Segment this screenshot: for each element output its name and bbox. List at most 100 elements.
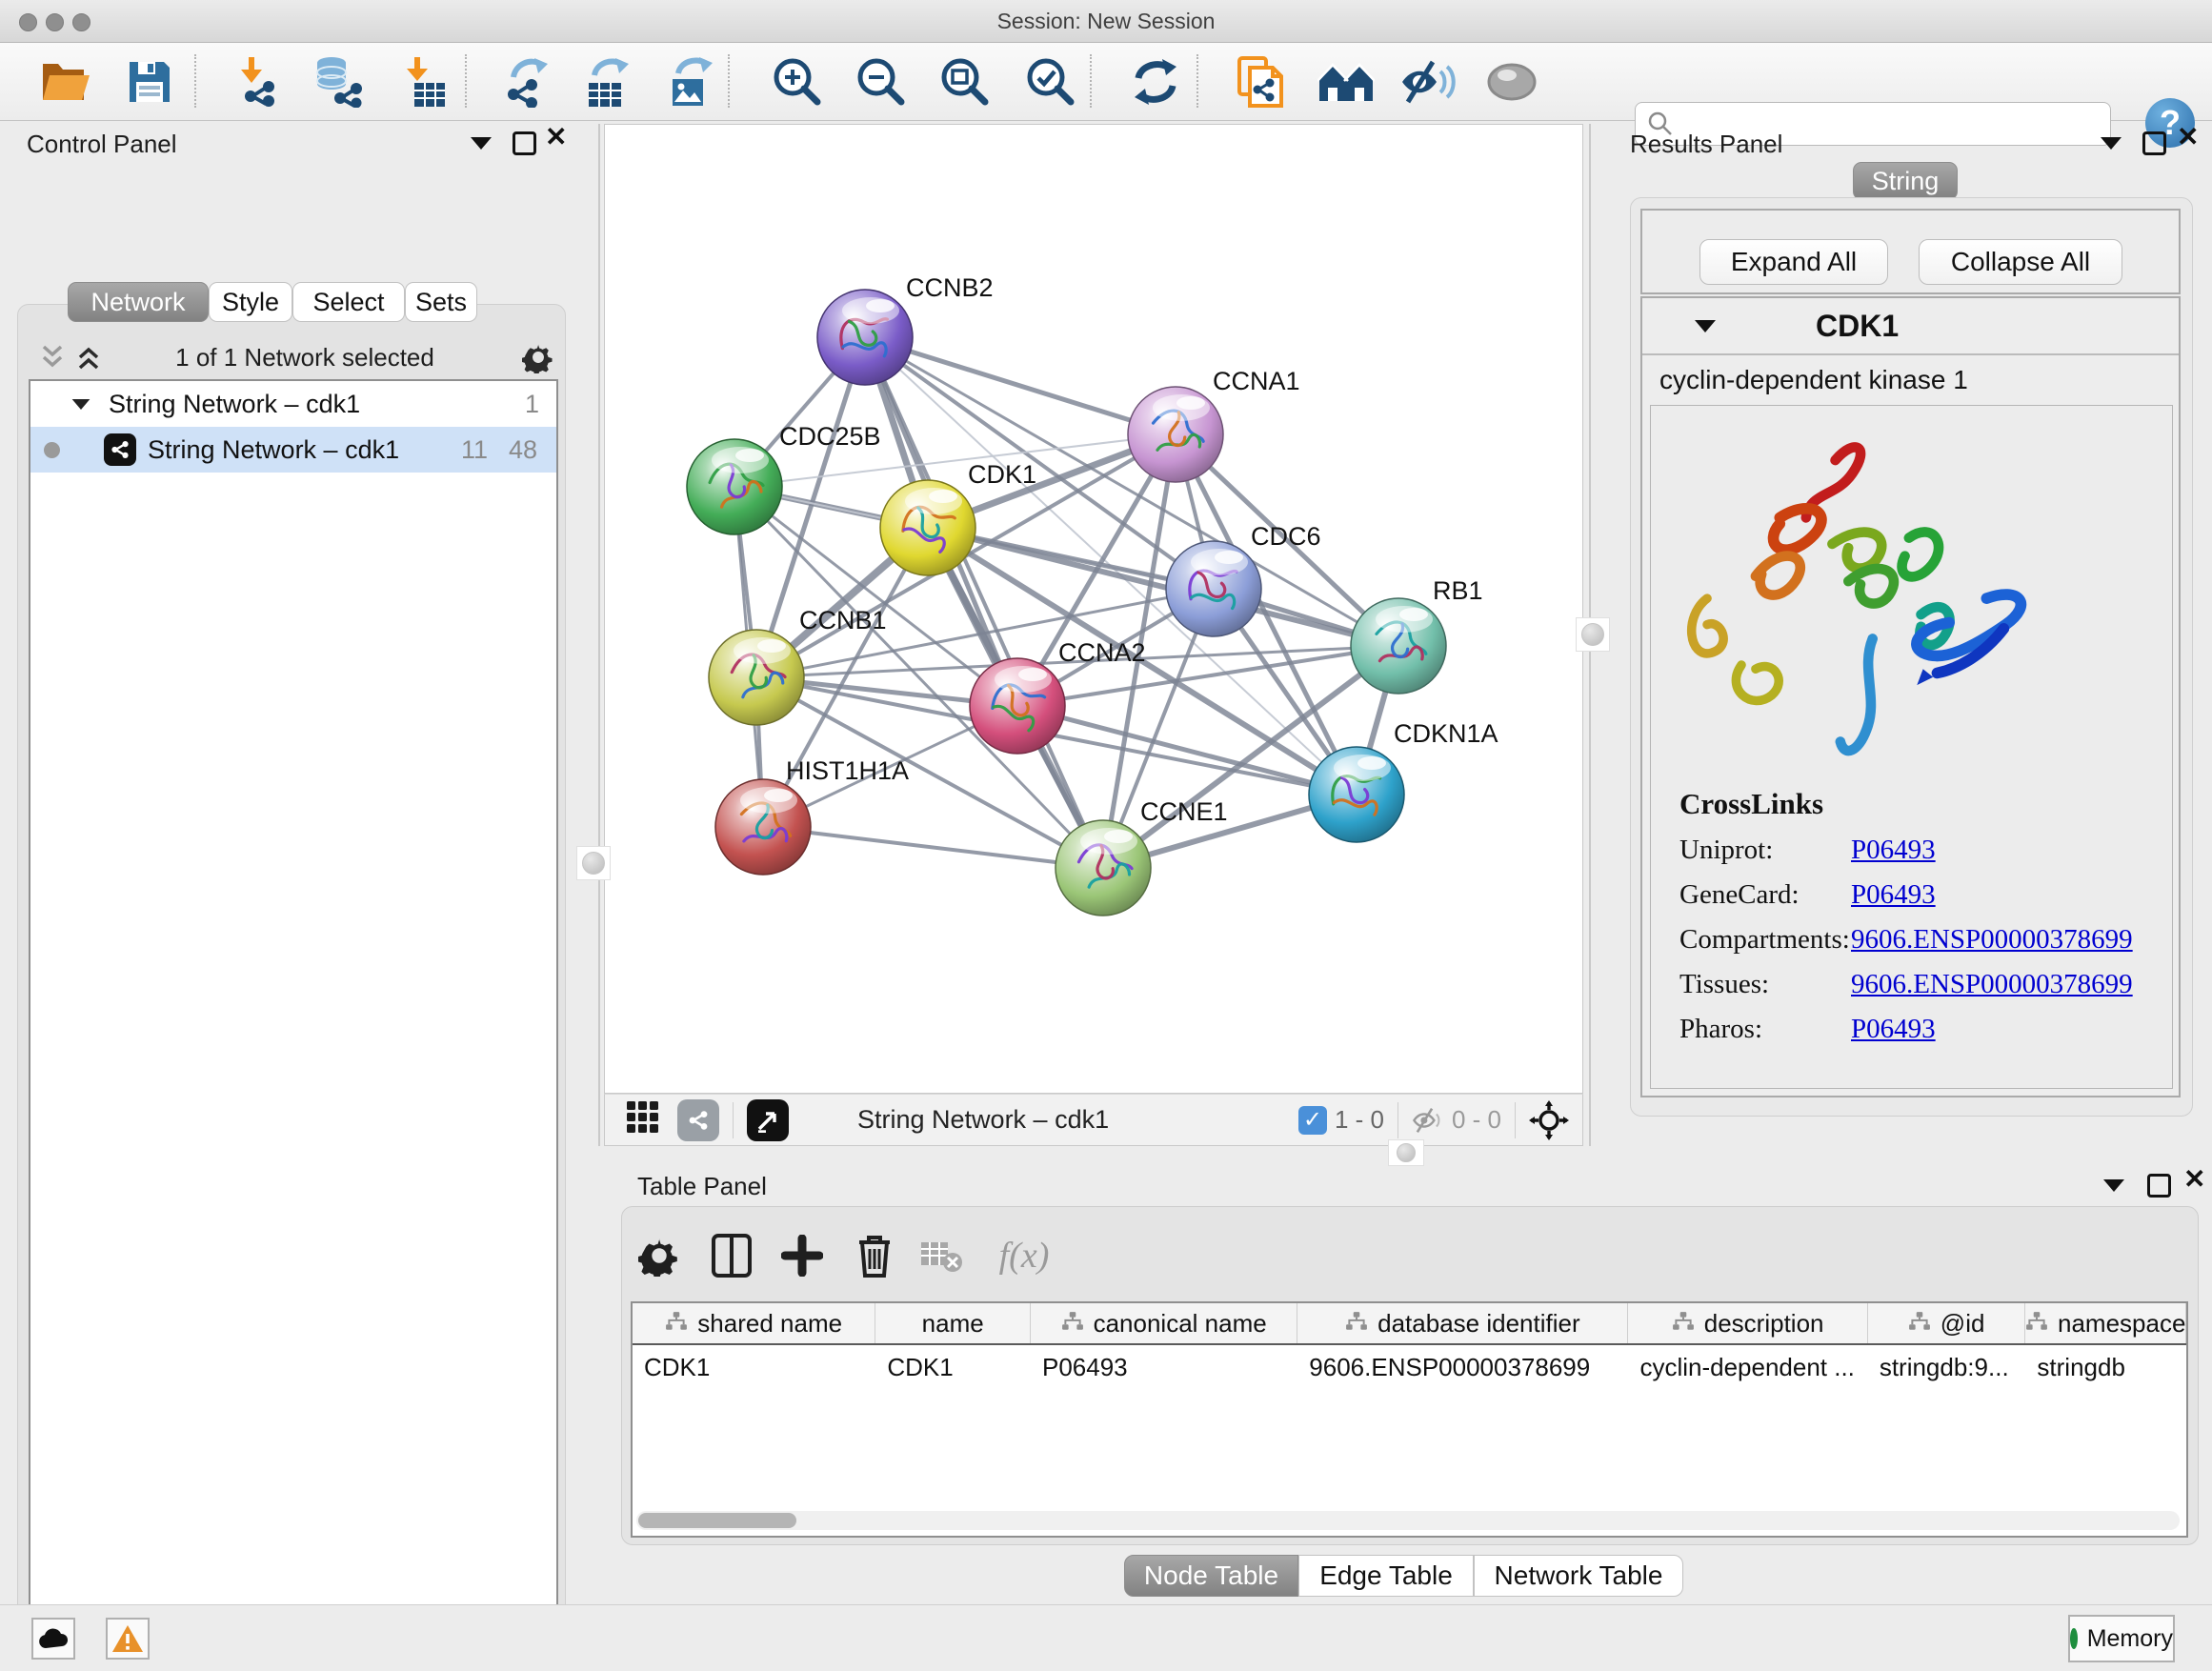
export-network-button[interactable]: [497, 52, 556, 111]
fit-content-crosshair-button[interactable]: [1529, 1100, 1569, 1140]
table-cell[interactable]: CDK1: [875, 1345, 1031, 1389]
tab-node-table[interactable]: Node Table: [1124, 1555, 1298, 1597]
birds-eye-view-button[interactable]: [747, 1099, 789, 1141]
edge-CCNB2-CCNA1[interactable]: [865, 337, 1176, 434]
network-canvas[interactable]: CCNB2CCNA1CDC25BCDK1CDC6RB1CCNB1CCNA2CDK…: [604, 124, 1583, 1094]
import-database-button[interactable]: [309, 52, 368, 111]
hidden-eye-slash-icon[interactable]: [1412, 1107, 1444, 1134]
node-HIST1H1A[interactable]: [715, 779, 811, 875]
table-cell[interactable]: 9606.ENSP00000378699: [1297, 1345, 1628, 1389]
show-selected-button[interactable]: [1482, 52, 1541, 111]
node-CCNB2[interactable]: [817, 290, 913, 385]
table-cell[interactable]: stringdb: [2025, 1345, 2186, 1389]
edge-CDK1-RB1[interactable]: [928, 528, 1398, 646]
zoom-fit-button[interactable]: [935, 52, 995, 111]
table-cell[interactable]: cyclin-dependent ...: [1628, 1345, 1867, 1389]
crosslink-link[interactable]: 9606.ENSP00000378699: [1851, 924, 2133, 956]
tab-style[interactable]: Style: [209, 282, 292, 322]
delete-table-button[interactable]: [916, 1231, 966, 1280]
zoom-out-button[interactable]: [852, 52, 911, 111]
clone-network-button[interactable]: [1231, 52, 1290, 111]
tab-select[interactable]: Select: [292, 282, 405, 322]
node-CDC6[interactable]: [1166, 541, 1261, 636]
column-header--id[interactable]: @id: [1868, 1303, 2026, 1343]
edge-CCNB2-CCNE1[interactable]: [865, 337, 1103, 868]
left-splitter-handle[interactable]: [576, 846, 611, 880]
network-collection-row[interactable]: String Network – cdk1 1: [30, 381, 556, 427]
crosslink-link[interactable]: P06493: [1851, 835, 1936, 866]
export-image-button[interactable]: [661, 52, 720, 111]
node-CCNE1[interactable]: [1056, 820, 1151, 916]
network-overview-button[interactable]: [1317, 52, 1376, 111]
open-session-button[interactable]: [36, 52, 95, 111]
tab-edge-table[interactable]: Edge Table: [1298, 1555, 1474, 1597]
selected-nodes-checkbox[interactable]: ✓: [1298, 1106, 1327, 1135]
edge-HIST1H1A-CCNE1[interactable]: [763, 827, 1103, 868]
save-session-button[interactable]: [120, 52, 179, 111]
tab-network[interactable]: Network: [68, 282, 209, 322]
node-CDKN1A[interactable]: [1309, 747, 1404, 842]
cloud-services-button[interactable]: [31, 1618, 75, 1660]
node-CCNA1[interactable]: [1128, 387, 1223, 482]
table-horizontal-scrollbar[interactable]: [636, 1511, 2180, 1530]
node-table-row[interactable]: CDK1CDK1P064939606.ENSP00000378699cyclin…: [633, 1345, 2186, 1389]
column-header-name[interactable]: name: [875, 1303, 1031, 1343]
table-cell[interactable]: CDK1: [633, 1345, 875, 1389]
results-panel-close-button[interactable]: ✕: [2177, 128, 2199, 151]
node-table[interactable]: shared namenamecanonical namedatabase id…: [631, 1301, 2188, 1538]
control-panel-menu-arrow[interactable]: [471, 137, 492, 150]
collection-expand-arrow[interactable]: [70, 398, 91, 411]
results-panel-float-button[interactable]: [2142, 131, 2166, 155]
left-splitter[interactable]: [598, 124, 600, 1146]
export-table-button[interactable]: [577, 52, 636, 111]
memory-button[interactable]: Memory: [2068, 1615, 2175, 1662]
function-builder-button[interactable]: f(x): [981, 1231, 1067, 1280]
scrollbar-thumb[interactable]: [638, 1513, 796, 1528]
crosslink-link[interactable]: P06493: [1851, 879, 1936, 911]
bottom-splitter-handle[interactable]: [1388, 1139, 1424, 1166]
table-panel-float-button[interactable]: [2147, 1174, 2171, 1198]
node-RB1[interactable]: [1351, 598, 1446, 694]
column-header-description[interactable]: description: [1628, 1303, 1867, 1343]
collapse-all-button[interactable]: Collapse All: [1919, 239, 2122, 285]
table-options-button[interactable]: [634, 1231, 684, 1280]
tab-sets[interactable]: Sets: [405, 282, 477, 322]
results-panel-menu-arrow[interactable]: [2101, 137, 2122, 150]
import-table-button[interactable]: [394, 52, 453, 111]
show-grid-button[interactable]: [626, 1100, 660, 1139]
tab-network-table[interactable]: Network Table: [1474, 1555, 1683, 1597]
zoom-in-button[interactable]: [768, 52, 827, 111]
zoom-selected-button[interactable]: [1021, 52, 1080, 111]
column-header-database-identifier[interactable]: database identifier: [1297, 1303, 1628, 1343]
node-CDK1[interactable]: [880, 480, 975, 575]
table-cell[interactable]: P06493: [1031, 1345, 1297, 1389]
warnings-button[interactable]: [106, 1618, 150, 1660]
control-panel-float-button[interactable]: [513, 131, 536, 155]
column-header-canonical-name[interactable]: canonical name: [1031, 1303, 1297, 1343]
expand-all-icon[interactable]: [74, 343, 103, 372]
table-cell[interactable]: stringdb:9...: [1868, 1345, 2026, 1389]
control-panel-close-button[interactable]: ✕: [545, 128, 567, 151]
import-network-button[interactable]: [229, 52, 288, 111]
tab-string[interactable]: String: [1853, 162, 1958, 200]
table-panel-close-button[interactable]: ✕: [2183, 1170, 2205, 1193]
column-header-shared-name[interactable]: shared name: [633, 1303, 875, 1343]
refresh-button[interactable]: [1126, 52, 1185, 111]
create-column-button[interactable]: [777, 1231, 827, 1280]
network-row-selected[interactable]: String Network – cdk1 11 48: [30, 427, 556, 473]
show-columns-button[interactable]: [707, 1231, 756, 1280]
collapse-all-icon[interactable]: [38, 343, 67, 372]
table-panel-menu-arrow[interactable]: [2103, 1179, 2124, 1192]
string-network-graph[interactable]: CCNB2CCNA1CDC25BCDK1CDC6RB1CCNB1CCNA2CDK…: [605, 125, 1582, 1093]
hide-selected-button[interactable]: [1398, 52, 1458, 111]
crosslink-link[interactable]: P06493: [1851, 1014, 1936, 1045]
node-CCNA2[interactable]: [970, 658, 1065, 754]
column-header-namespace[interactable]: namespace: [2025, 1303, 2186, 1343]
network-options-gear-icon[interactable]: [522, 341, 554, 373]
node-CCNB1[interactable]: [709, 630, 804, 725]
crosslink-link[interactable]: 9606.ENSP00000378699: [1851, 969, 2133, 1000]
cdk1-entry-header[interactable]: CDK1: [1642, 298, 2179, 355]
expand-all-button[interactable]: Expand All: [1699, 239, 1888, 285]
string-style-button[interactable]: [677, 1099, 719, 1141]
node-CDC25B[interactable]: [687, 439, 782, 534]
